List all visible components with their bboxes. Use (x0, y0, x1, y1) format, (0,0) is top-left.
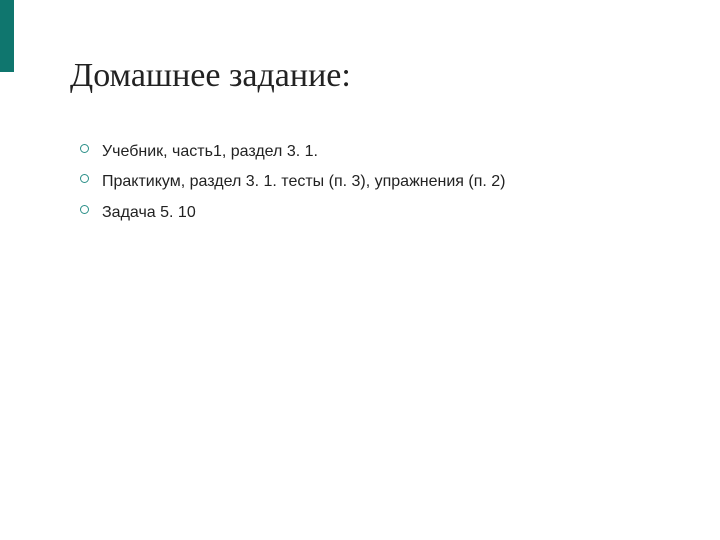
accent-strip (0, 0, 14, 72)
slide-title: Домашнее задание: (70, 56, 680, 97)
list-item: Учебник, часть1, раздел 3. 1. (80, 137, 680, 167)
list-item: Задача 5. 10 (80, 198, 680, 228)
circle-bullet-icon (80, 174, 89, 183)
slide-body: Домашнее задание: Учебник, часть1, разде… (70, 56, 680, 228)
circle-bullet-icon (80, 144, 89, 153)
list-item-text: Практикум, раздел 3. 1. тесты (п. 3), уп… (102, 173, 506, 190)
circle-bullet-icon (80, 205, 89, 214)
list-item: Практикум, раздел 3. 1. тесты (п. 3), уп… (80, 167, 680, 197)
list-item-text: Задача 5. 10 (102, 204, 196, 221)
bullet-list: Учебник, часть1, раздел 3. 1. Практикум,… (70, 137, 680, 228)
list-item-text: Учебник, часть1, раздел 3. 1. (102, 143, 318, 160)
